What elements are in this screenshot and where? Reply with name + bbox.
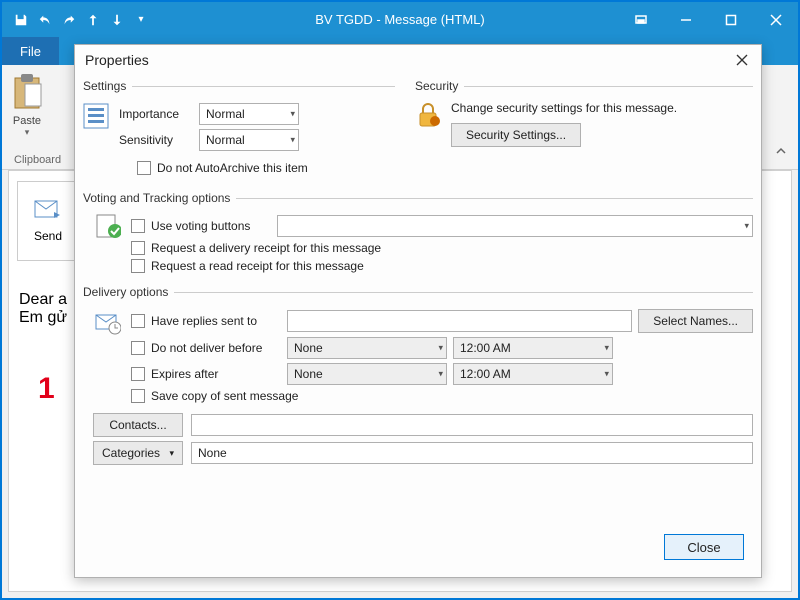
undo-icon[interactable] xyxy=(36,11,54,29)
ribbon-display-icon[interactable] xyxy=(618,2,663,37)
annotation-number-1: 1 xyxy=(38,372,55,406)
expires-time-select[interactable]: 12:00 AM▾ xyxy=(453,363,613,385)
chevron-down-icon: ▾ xyxy=(438,369,443,380)
chevron-down-icon: ▾ xyxy=(169,448,174,459)
collapse-ribbon-icon[interactable] xyxy=(774,144,788,163)
dnd-date-select[interactable]: None▾ xyxy=(287,337,447,359)
read-receipt-checkbox[interactable] xyxy=(131,259,145,273)
send-label[interactable]: Send xyxy=(34,229,62,243)
delivery-receipt-checkbox[interactable] xyxy=(131,241,145,255)
importance-label: Importance xyxy=(119,107,191,121)
autoarchive-label: Do not AutoArchive this item xyxy=(157,161,308,175)
qat-customize-icon[interactable]: ▾ xyxy=(132,11,150,29)
settings-icon xyxy=(83,103,109,155)
security-desc: Change security settings for this messag… xyxy=(451,101,677,115)
body-line-1: Dear a xyxy=(19,291,67,309)
close-button[interactable]: Close xyxy=(664,534,744,560)
voting-legend: Voting and Tracking options xyxy=(83,191,236,205)
have-replies-label: Have replies sent to xyxy=(151,314,281,328)
expires-checkbox[interactable] xyxy=(131,367,145,381)
send-icon[interactable] xyxy=(34,200,62,223)
use-voting-label: Use voting buttons xyxy=(151,219,271,233)
dnd-time-select[interactable]: 12:00 AM▾ xyxy=(453,337,613,359)
save-copy-checkbox[interactable] xyxy=(131,389,145,403)
body-line-2: Em gử xyxy=(19,309,67,327)
send-panel: Send xyxy=(17,181,79,261)
categories-input[interactable]: None xyxy=(191,442,753,464)
dialog-title: Properties xyxy=(85,52,149,68)
dialog-titlebar: Properties xyxy=(75,45,761,75)
do-not-deliver-checkbox[interactable] xyxy=(131,341,145,355)
importance-select[interactable]: Normal▾ xyxy=(199,103,299,125)
contacts-button[interactable]: Contacts... xyxy=(93,413,183,437)
do-not-deliver-label: Do not deliver before xyxy=(151,341,281,355)
arrow-down-icon[interactable] xyxy=(108,11,126,29)
paste-label: Paste xyxy=(13,115,41,127)
redo-icon[interactable] xyxy=(60,11,78,29)
paste-group: Paste ▾ xyxy=(10,71,44,138)
file-tab[interactable]: File xyxy=(2,37,59,65)
arrow-up-icon[interactable] xyxy=(84,11,102,29)
sensitivity-select[interactable]: Normal▾ xyxy=(199,129,299,151)
chevron-down-icon: ▾ xyxy=(604,343,609,354)
save-copy-label: Save copy of sent message xyxy=(151,389,298,403)
use-voting-checkbox[interactable] xyxy=(131,219,145,233)
clipboard-group-label: Clipboard xyxy=(14,154,61,166)
save-icon[interactable] xyxy=(12,11,30,29)
minimize-icon[interactable] xyxy=(663,2,708,37)
title-bar: ▾ BV TGDD - Message (HTML) xyxy=(2,2,798,37)
properties-dialog: Properties Settings Importance Normal▾ xyxy=(74,44,762,578)
window-title: BV TGDD - Message (HTML) xyxy=(315,12,485,27)
delivery-options-group: Delivery options Have replies sent to Se… xyxy=(83,285,753,469)
chevron-down-icon: ▾ xyxy=(744,221,749,232)
security-legend: Security xyxy=(415,79,464,93)
contacts-input[interactable] xyxy=(191,414,753,436)
categories-button[interactable]: Categories ▾ xyxy=(93,441,183,465)
security-group: Security Change security settings for th… xyxy=(415,79,753,179)
chevron-down-icon: ▾ xyxy=(290,109,295,120)
expires-label: Expires after xyxy=(151,367,281,381)
settings-legend: Settings xyxy=(83,79,132,93)
paste-dropdown-icon[interactable]: ▾ xyxy=(25,127,30,138)
quick-access-toolbar: ▾ xyxy=(2,11,150,29)
message-body[interactable]: Dear a Em gử xyxy=(19,291,67,327)
paste-icon[interactable] xyxy=(10,71,44,111)
read-receipt-label: Request a read receipt for this message xyxy=(151,259,364,273)
sensitivity-label: Sensitivity xyxy=(119,133,191,147)
delivery-receipt-label: Request a delivery receipt for this mess… xyxy=(151,241,381,255)
security-settings-button[interactable]: Security Settings... xyxy=(451,123,581,147)
voting-combo[interactable]: ▾ xyxy=(277,215,753,237)
window-controls xyxy=(618,2,798,37)
have-replies-input[interactable] xyxy=(287,310,632,332)
voting-icon xyxy=(95,213,121,277)
delivery-icon xyxy=(95,309,121,407)
chevron-down-icon: ▾ xyxy=(438,343,443,354)
autoarchive-checkbox[interactable] xyxy=(137,161,151,175)
maximize-icon[interactable] xyxy=(708,2,753,37)
have-replies-checkbox[interactable] xyxy=(131,314,145,328)
close-icon[interactable] xyxy=(753,2,798,37)
chevron-down-icon: ▾ xyxy=(604,369,609,380)
delivery-legend: Delivery options xyxy=(83,285,174,299)
settings-group: Settings Importance Normal▾ Sensitivity … xyxy=(83,79,395,179)
lock-icon xyxy=(415,101,441,147)
voting-tracking-group: Voting and Tracking options Use voting b… xyxy=(83,191,753,277)
expires-date-select[interactable]: None▾ xyxy=(287,363,447,385)
chevron-down-icon: ▾ xyxy=(290,135,295,146)
select-names-button[interactable]: Select Names... xyxy=(638,309,753,333)
dialog-close-icon[interactable] xyxy=(733,51,751,69)
